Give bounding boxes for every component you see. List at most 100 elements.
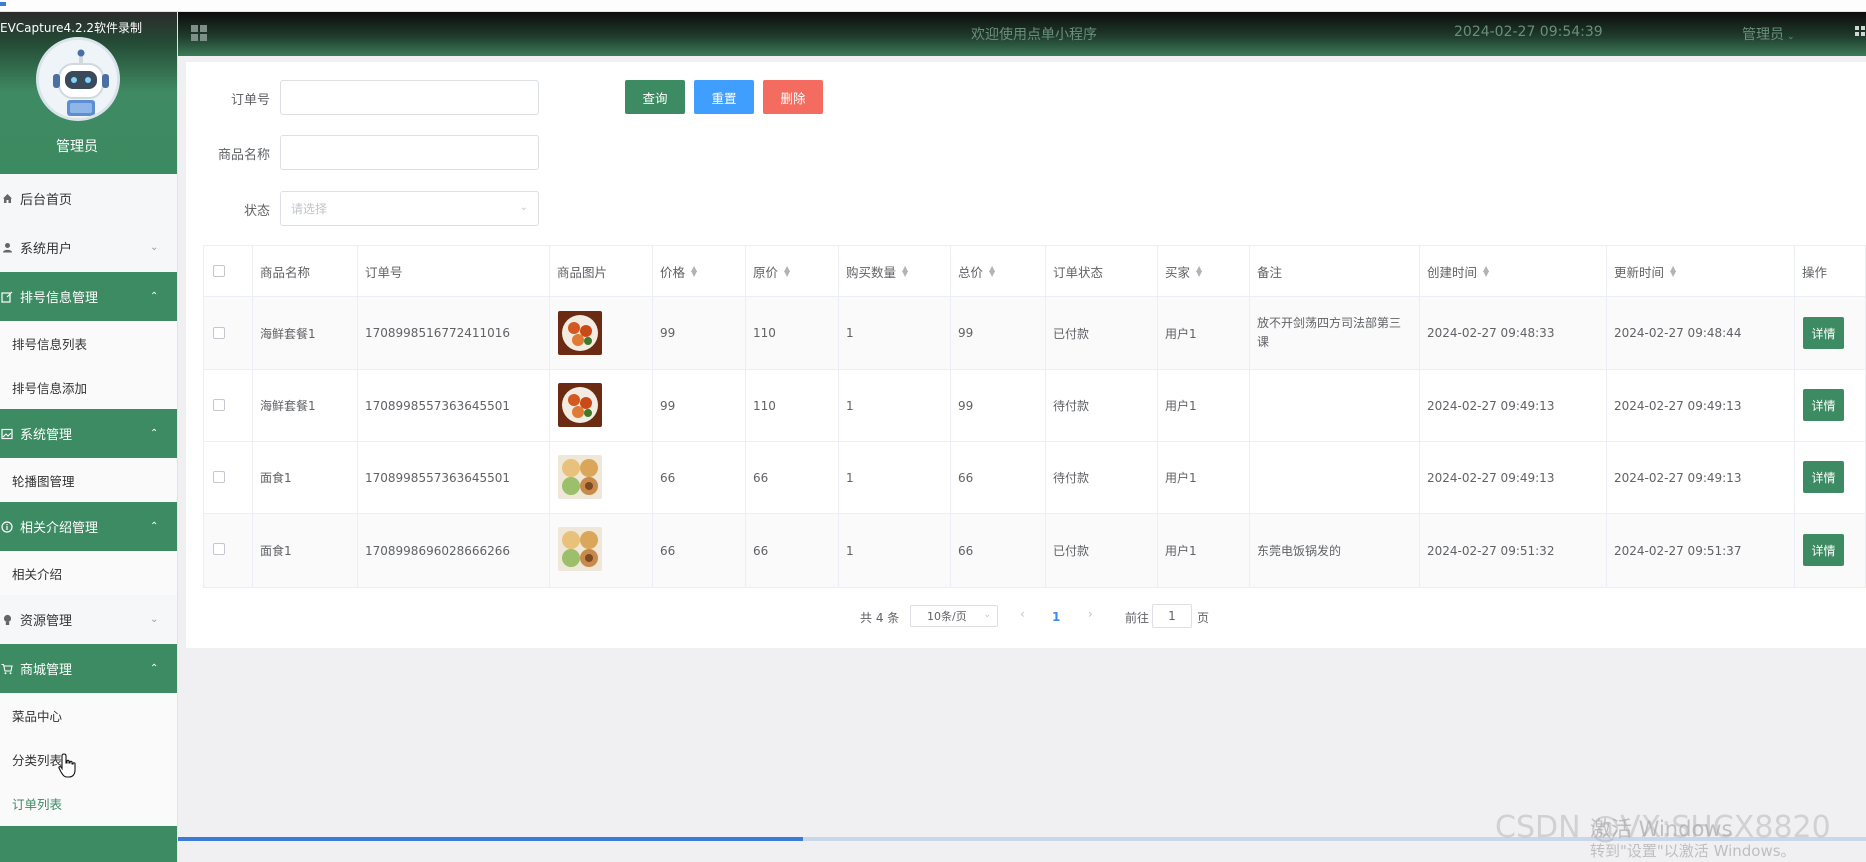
csdn-watermark: CSDN @VX:SHCX8820 [1495, 810, 1831, 845]
menu-home[interactable]: 后台首页 [0, 174, 177, 223]
menu-home-label: 后台首页 [20, 193, 73, 208]
th-total[interactable]: 总价 ▲ ▼ [950, 246, 995, 296]
cell-price: 66 [660, 470, 676, 485]
menu-queue-add[interactable]: 排号信息添加 [0, 365, 177, 409]
row-checkbox[interactable] [213, 327, 225, 339]
menu-dishes[interactable]: 菜品中心 [0, 693, 177, 737]
home-icon [0, 192, 14, 206]
cell-updated: 2024-02-27 09:51:37 [1614, 543, 1742, 558]
menu-mall[interactable]: 商城管理 ⌃ [0, 644, 177, 693]
cell-status: 已付款 [1053, 326, 1090, 341]
sort-icon[interactable]: ▲ ▼ [691, 265, 697, 278]
cell-updated: 2024-02-27 09:49:13 [1614, 470, 1742, 485]
product-name-input[interactable] [280, 135, 539, 170]
cell-created: 2024-02-27 09:51:32 [1427, 543, 1555, 558]
delete-button[interactable]: 删除 [763, 80, 823, 114]
detail-button[interactable]: 详情 [1803, 389, 1844, 421]
chevron-up-icon: ⌃ [150, 521, 159, 532]
grid-menu-icon[interactable] [190, 24, 208, 42]
avatar [36, 37, 120, 121]
cell-note: 放不开剑荡四方司法部第三课 [1257, 316, 1402, 349]
status-label: 状态 [243, 204, 270, 219]
goto-page-input[interactable]: 1 [1152, 604, 1192, 628]
product-name-label: 商品名称 [217, 148, 270, 163]
row-checkbox[interactable] [213, 399, 225, 411]
th-quantity[interactable]: 购买数量 ▲ ▼ [838, 246, 908, 296]
th-actions-text: 操作 [1802, 264, 1828, 280]
detail-button[interactable]: 详情 [1803, 534, 1844, 566]
menu-intro[interactable]: 相关介绍 [0, 551, 177, 595]
page-number-1[interactable]: 1 [1052, 610, 1060, 624]
reset-button[interactable]: 重置 [694, 80, 754, 114]
order-no-input[interactable] [280, 80, 539, 115]
sort-icon[interactable]: ▲ ▼ [1196, 265, 1202, 278]
row-checkbox[interactable] [213, 543, 225, 555]
menu-carousel[interactable]: 轮播图管理 [0, 458, 177, 502]
th-original-price[interactable]: 原价 ▲ ▼ [745, 246, 790, 296]
th-created[interactable]: 创建时间 ▲ ▼ [1419, 246, 1489, 296]
detail-button[interactable]: 详情 [1803, 317, 1844, 349]
select-all-checkbox[interactable] [213, 265, 225, 277]
menu-resources[interactable]: 资源管理 ⌄ [0, 595, 177, 644]
menu-queue-add-label: 排号信息添加 [12, 380, 88, 396]
query-button[interactable]: 查询 [625, 80, 685, 114]
cell-buyer: 用户1 [1165, 399, 1197, 413]
th-total-text: 总价 [958, 264, 984, 280]
product-thumbnail[interactable] [558, 455, 602, 499]
th-updated-text: 更新时间 [1614, 264, 1665, 280]
cell-quantity: 1 [846, 326, 854, 340]
cell-order-no: 1708998557363645501 [365, 470, 511, 485]
product-thumbnail[interactable] [558, 527, 602, 571]
goto-label: 前往 [1125, 611, 1150, 625]
th-price[interactable]: 价格 ▲ ▼ [652, 246, 697, 296]
th-buyer[interactable]: 买家 ▲ ▼ [1157, 246, 1202, 296]
cell-total: 66 [958, 470, 974, 485]
menu-queue-info[interactable]: 排号信息管理 ⌃ [0, 272, 177, 321]
th-product-name: 商品名称 [252, 246, 310, 296]
menu-intro-manage[interactable]: 相关介绍管理 ⌃ [0, 502, 177, 551]
next-page-button[interactable]: › [1088, 607, 1093, 621]
cell-product: 面食1 [260, 471, 292, 485]
noodles-image-icon [558, 455, 602, 499]
th-updated[interactable]: 更新时间 ▲ ▼ [1606, 246, 1676, 296]
order-no-label: 订单号 [230, 93, 270, 108]
info-icon [0, 520, 14, 534]
product-thumbnail[interactable] [558, 383, 602, 427]
pagination-total: 共 4 条 [860, 611, 900, 625]
user-icon [0, 241, 14, 255]
sort-icon[interactable]: ▲ ▼ [1670, 265, 1676, 278]
menu-orders[interactable]: 订单列表 [0, 781, 177, 825]
cell-original-price: 66 [753, 470, 769, 485]
sort-icon[interactable]: ▲ ▼ [989, 265, 995, 278]
th-order-no-text: 订单号 [365, 264, 403, 280]
chevron-down-icon: ⌄ [519, 202, 528, 213]
current-datetime: 2024-02-27 09:54:39 [1454, 24, 1603, 40]
cell-order-no: 1708998516772411016 [365, 326, 511, 340]
status-select[interactable]: 请选择 ⌄ [280, 191, 539, 226]
cell-price: 99 [660, 398, 676, 413]
orders-table: 商品名称 订单号 商品图片 价格 ▲ ▼ 原价 ▲ ▼ 购买数量 ▲ ▼ 总价 ▲ ▼ 订单状态… [203, 245, 1866, 588]
menu-queue-list-label: 排号信息列表 [12, 336, 88, 352]
th-product-name-text: 商品名称 [260, 264, 311, 280]
cell-note [1249, 442, 1257, 513]
detail-button[interactable]: 详情 [1803, 461, 1844, 493]
menu-queue-list[interactable]: 排号信息列表 [0, 321, 177, 365]
menu-categories[interactable]: 分类列表 [0, 737, 177, 781]
menu-system-users[interactable]: 系统用户 ⌄ [0, 223, 177, 272]
th-quantity-text: 购买数量 [846, 264, 897, 280]
product-thumbnail[interactable] [558, 311, 602, 355]
user-dropdown[interactable]: 管理员 ⌄ [1742, 24, 1795, 44]
cell-updated: 2024-02-27 09:48:44 [1614, 326, 1742, 340]
sidebar-header: EVCapture4.2.2软件录制 管理员 [0, 12, 177, 174]
menu-carousel-label: 轮播图管理 [12, 473, 75, 489]
more-icon[interactable] [1854, 24, 1866, 42]
sort-icon[interactable]: ▲ ▼ [784, 265, 790, 278]
page-size-select[interactable]: 10条/页 ⌄ [910, 605, 998, 627]
sort-icon[interactable]: ▲ ▼ [902, 265, 908, 278]
prev-page-button[interactable]: ‹ [1020, 607, 1025, 621]
menu-system-manage[interactable]: 系统管理 ⌃ [0, 409, 177, 458]
seafood-image-icon [558, 311, 602, 355]
welcome-text: 欢迎使用点单小程序 [971, 27, 1097, 43]
row-checkbox[interactable] [213, 471, 225, 483]
sort-icon[interactable]: ▲ ▼ [1483, 265, 1489, 278]
